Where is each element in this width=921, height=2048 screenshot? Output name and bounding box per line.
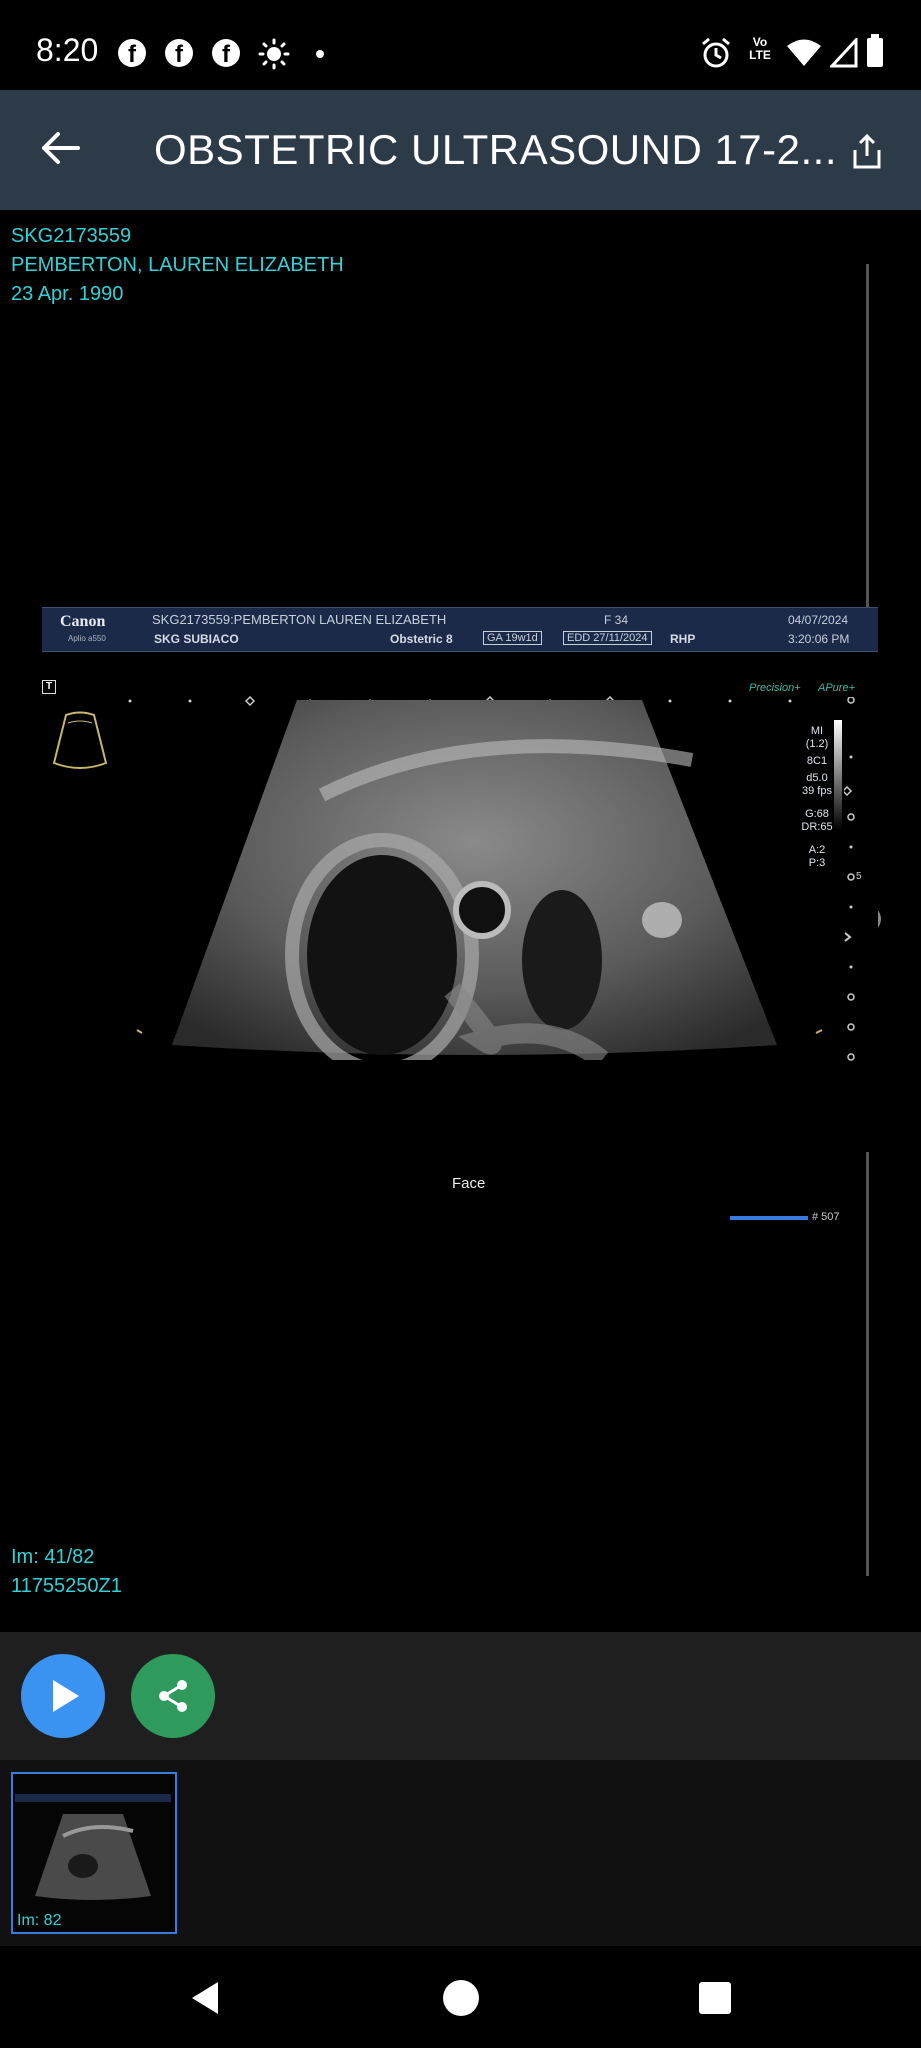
ultrasound-header: Canon Aplio a550 SKG2173559:PEMBERTON LA… bbox=[42, 607, 878, 652]
page-title: OBSTETRIC ULTRASOUND 17-2... bbox=[154, 126, 838, 173]
facebook-icon: f bbox=[118, 39, 146, 68]
action-bar bbox=[0, 1632, 921, 1760]
share-nodes-icon bbox=[159, 1680, 187, 1712]
nav-home-icon[interactable] bbox=[443, 1980, 479, 2016]
brightness-icon bbox=[258, 38, 290, 70]
arrow-left-icon[interactable] bbox=[38, 126, 82, 170]
header-sex-age: F 34 bbox=[604, 613, 629, 627]
header-edd: EDD 27/11/2024 bbox=[563, 631, 652, 645]
frame-count: # 507 bbox=[812, 1211, 840, 1223]
patient-dob: 23 Apr. 1990 bbox=[11, 283, 124, 305]
alarm-icon bbox=[702, 37, 730, 68]
header-patient-line: SKG2173559:PEMBERTON LAUREN ELIZABETH bbox=[152, 612, 447, 627]
ultrasound-image[interactable]: Canon Aplio a550 SKG2173559:PEMBERTON LA… bbox=[42, 607, 878, 1223]
patient-id: SKG2173559 bbox=[11, 225, 132, 247]
accession-number: 11755250Z1 bbox=[11, 1575, 122, 1597]
status-time: 8:20 bbox=[36, 32, 99, 68]
thumbnail-header bbox=[15, 1794, 171, 1802]
thumbnail-item[interactable]: Im: 82 bbox=[11, 1772, 177, 1934]
image-index: Im: 41/82 bbox=[11, 1546, 95, 1568]
nav-back-icon[interactable] bbox=[188, 1980, 222, 2016]
battery-icon bbox=[867, 34, 883, 67]
model-name: Aplio a550 bbox=[68, 634, 106, 643]
depth-mark: 5 bbox=[856, 871, 862, 882]
brand-logo: Canon bbox=[60, 613, 106, 630]
more-notifications-dot bbox=[316, 50, 324, 58]
cine-progress-bar bbox=[730, 1216, 808, 1220]
share-export-icon[interactable] bbox=[852, 134, 882, 170]
status-bar: 8:20 f f f Vo LTE bbox=[0, 0, 921, 90]
ultrasound-scan-sector bbox=[136, 700, 823, 1060]
precision-badge: Precision+ bbox=[749, 682, 801, 694]
param-p: P:3 bbox=[808, 857, 826, 869]
volte-icon: Vo LTE bbox=[749, 35, 771, 62]
header-site: SKG SUBIACO bbox=[154, 632, 239, 646]
header-preset: Obstetric 8 bbox=[390, 632, 453, 646]
patient-info: SKG2173559 PEMBERTON, LAUREN ELIZABETH 2… bbox=[11, 222, 344, 309]
header-date: 04/07/2024 bbox=[788, 613, 849, 627]
facebook-icon: f bbox=[212, 39, 240, 68]
apure-badge: APure+ bbox=[818, 682, 855, 694]
header-time: 3:20:06 PM bbox=[788, 632, 850, 646]
nav-recents-icon[interactable] bbox=[699, 1982, 731, 2014]
share-button[interactable] bbox=[131, 1654, 215, 1738]
signal-icon bbox=[830, 38, 858, 68]
header-ga: GA 19w1d bbox=[483, 631, 542, 645]
thumbnail-label: Im: 82 bbox=[17, 1912, 62, 1929]
play-button[interactable] bbox=[21, 1654, 105, 1738]
thumbnail-strip: Im: 82 bbox=[0, 1760, 921, 1946]
grayscale-bar bbox=[834, 720, 842, 830]
app-toolbar: OBSTETRIC ULTRASOUND 17-2... bbox=[0, 90, 921, 210]
header-hospital: RHP bbox=[670, 632, 696, 646]
depth-scale bbox=[844, 697, 855, 1061]
param-a: A:2 bbox=[808, 844, 826, 856]
facebook-icon: f bbox=[165, 39, 193, 68]
system-nav-bar bbox=[0, 1946, 921, 2048]
patient-name: PEMBERTON, LAUREN ELIZABETH bbox=[11, 254, 344, 276]
t-marker: T bbox=[42, 680, 56, 694]
thumbnail-image bbox=[35, 1814, 151, 1900]
play-icon bbox=[53, 1680, 79, 1712]
image-info: Im: 41/82 11755250Z1 bbox=[11, 1543, 122, 1601]
probe-orientation-icon bbox=[52, 711, 108, 769]
wifi-icon bbox=[787, 39, 821, 66]
image-label: Face bbox=[452, 1175, 486, 1192]
